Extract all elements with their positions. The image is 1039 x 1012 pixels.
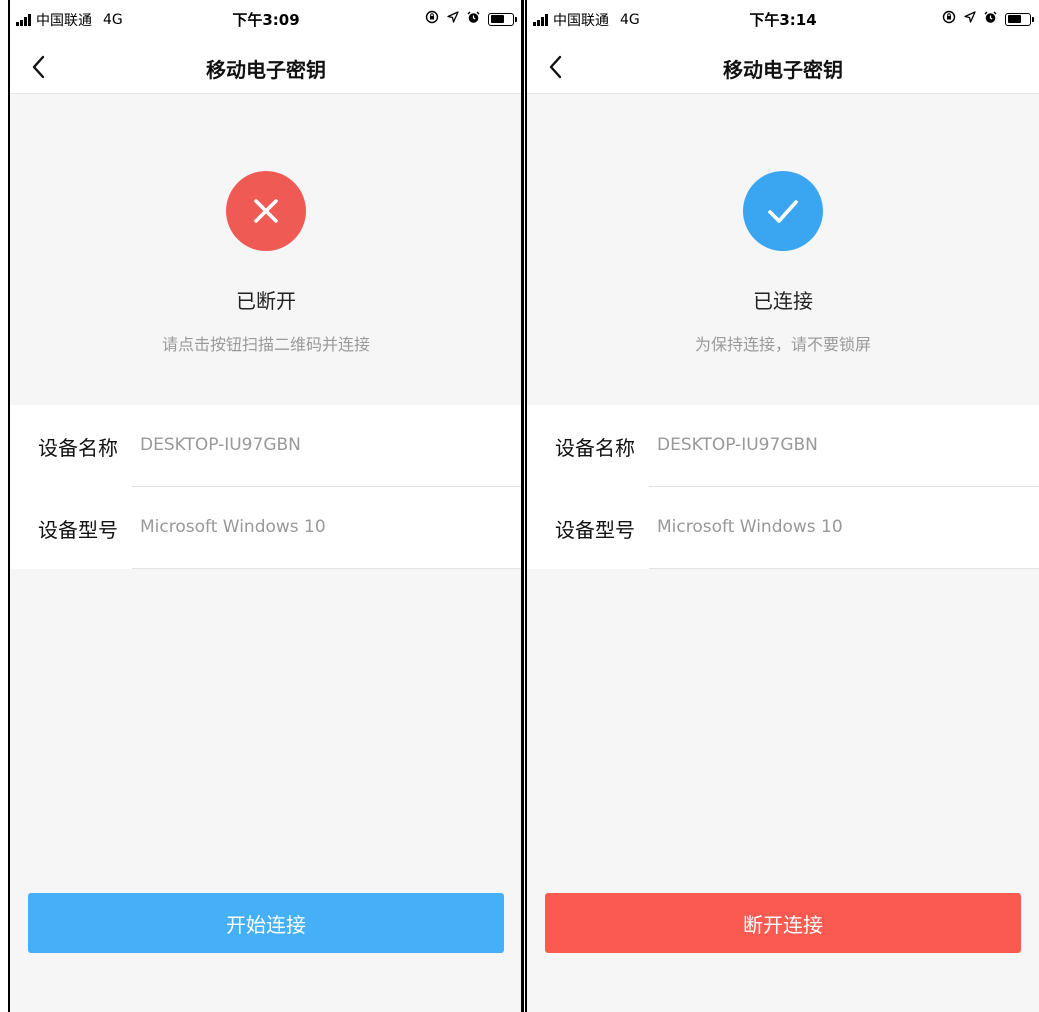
check-icon (743, 171, 823, 251)
battery-icon (1005, 12, 1034, 26)
status-title: 已断开 (236, 289, 296, 313)
device-name-value: DESKTOP-IU97GBN (140, 435, 301, 455)
status-subtitle: 为保持连接，请不要锁屏 (694, 335, 871, 354)
phone-screen-connected: 中国联通 4G 下午3:14 移动电子密钥 已连接 为保持连接，请不要锁屏 设备… (525, 0, 1039, 1012)
divider (649, 568, 1039, 569)
rotation-lock-icon (942, 10, 956, 28)
alarm-icon (984, 11, 997, 28)
status-title: 已连接 (753, 289, 813, 313)
device-name-row: 设备名称 DESKTOP-IU97GBN (527, 405, 1039, 487)
device-model-value: Microsoft Windows 10 (657, 517, 843, 537)
rotation-lock-icon (425, 10, 439, 28)
phone-screen-disconnected: 中国联通 4G 下午3:09 移动电子密钥 已断开 请点击按钮扫描二维码并连接 (8, 0, 524, 1012)
device-name-row: 设备名称 DESKTOP-IU97GBN (10, 405, 522, 487)
disconnect-button[interactable]: 断开连接 (545, 893, 1021, 953)
close-icon (226, 171, 306, 251)
connection-status: 已连接 为保持连接，请不要锁屏 (527, 95, 1039, 405)
device-model-label: 设备型号 (38, 518, 118, 542)
screen-divider (521, 0, 523, 1012)
device-model-value: Microsoft Windows 10 (140, 517, 326, 537)
divider (132, 568, 522, 569)
device-model-label: 设备型号 (555, 518, 635, 542)
page-title: 移动电子密钥 (206, 58, 326, 82)
location-icon (964, 11, 976, 27)
connection-status: 已断开 请点击按钮扫描二维码并连接 (10, 95, 522, 405)
device-name-value: DESKTOP-IU97GBN (657, 435, 818, 455)
battery-icon (488, 12, 517, 26)
device-name-label: 设备名称 (555, 436, 635, 460)
device-name-label: 设备名称 (38, 436, 118, 460)
status-bar: 中国联通 4G 下午3:14 (527, 0, 1039, 40)
status-bar: 中国联通 4G 下午3:09 (10, 0, 522, 40)
nav-bar: 移动电子密钥 (527, 40, 1039, 94)
start-connect-button[interactable]: 开始连接 (28, 893, 504, 953)
page-title: 移动电子密钥 (723, 58, 843, 82)
device-model-row: 设备型号 Microsoft Windows 10 (527, 487, 1039, 569)
device-model-row: 设备型号 Microsoft Windows 10 (10, 487, 522, 569)
device-info: 设备名称 DESKTOP-IU97GBN 设备型号 Microsoft Wind… (527, 405, 1039, 569)
device-info: 设备名称 DESKTOP-IU97GBN 设备型号 Microsoft Wind… (10, 405, 522, 569)
alarm-icon (467, 11, 480, 28)
nav-bar: 移动电子密钥 (10, 40, 522, 94)
location-icon (447, 11, 459, 27)
status-subtitle: 请点击按钮扫描二维码并连接 (161, 335, 370, 354)
